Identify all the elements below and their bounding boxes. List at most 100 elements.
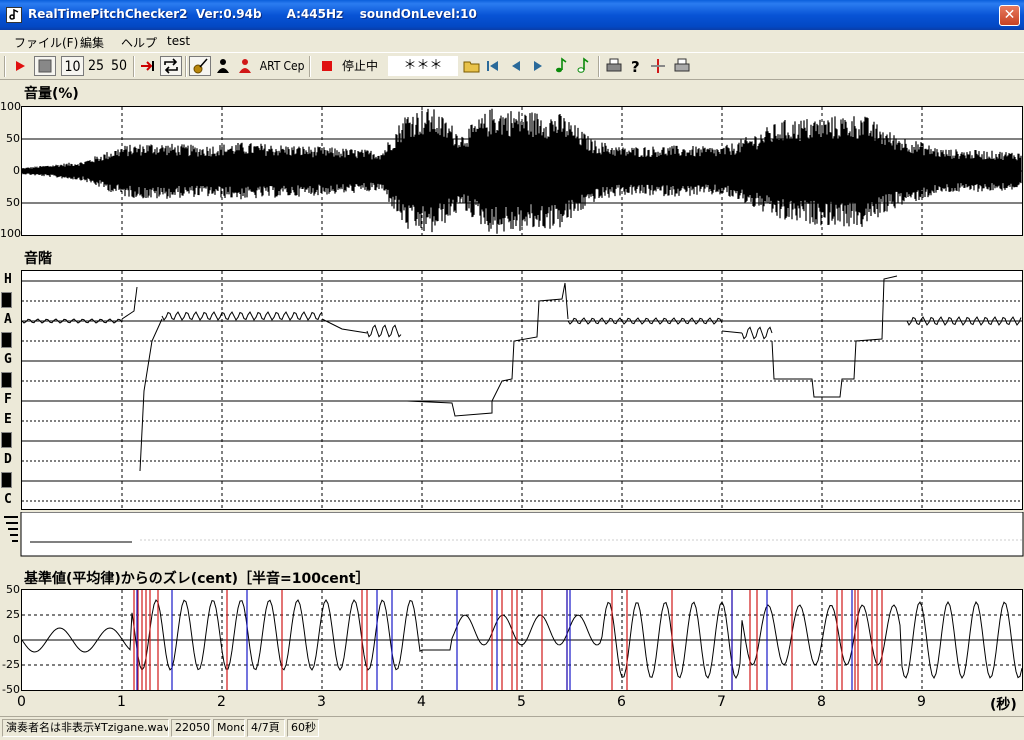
note-label-f: F	[4, 392, 12, 407]
time-tick: 2	[217, 694, 226, 710]
art-button[interactable]: ART	[259, 56, 281, 76]
go-first-button[interactable]	[484, 56, 502, 76]
folder-open-icon	[463, 61, 480, 73]
note-label-h: H	[4, 272, 12, 287]
volume-tick: 50	[6, 196, 20, 209]
arrow-to-end-icon	[141, 61, 154, 71]
status-duration: 60秒	[287, 719, 319, 737]
toolbar-separator	[598, 56, 600, 77]
pitch-trace	[366, 324, 402, 338]
status-channels: Mono	[213, 719, 245, 737]
zoom-10-button[interactable]: 10	[61, 56, 84, 76]
note-display: ＊＊＊	[388, 56, 458, 76]
note-label-c: C	[4, 492, 12, 507]
singer-male-button[interactable]	[213, 56, 233, 76]
time-tick: 5	[517, 694, 526, 710]
window-title: RealTimePitchChecker2 Ver:0.94b A:445Hz …	[28, 7, 477, 21]
print-button[interactable]	[604, 56, 624, 76]
arrow-left-icon	[512, 61, 520, 71]
octave-step	[12, 540, 18, 542]
zoom-50-button[interactable]: 50	[108, 56, 130, 76]
print-setup-button[interactable]	[672, 56, 692, 76]
menu-file[interactable]: ファイル(F)	[14, 34, 78, 51]
close-button[interactable]: ✕	[999, 5, 1020, 26]
menu-test[interactable]: test	[167, 34, 190, 48]
title-bar: RealTimePitchChecker2 Ver:0.94b A:445Hz …	[0, 0, 1024, 30]
pitch-trace	[406, 400, 493, 417]
deviation-tick: 25	[6, 608, 20, 621]
pitch-trace	[741, 326, 773, 340]
page-back-button[interactable]	[507, 56, 525, 76]
note-label-g: G	[4, 352, 12, 367]
record-stop-button[interactable]	[317, 56, 337, 76]
black-key	[1, 292, 12, 308]
violin-mode-button[interactable]	[189, 56, 211, 76]
repeat-icon	[164, 58, 178, 74]
person-icon	[217, 59, 229, 73]
svg-text:?: ?	[631, 58, 640, 76]
record-button[interactable]	[10, 56, 30, 76]
music-note-outline-icon	[577, 57, 589, 73]
toolbar: 10 25 50 ART Cep 停止中 ＊＊＊ ?	[0, 52, 1024, 80]
skip-back-icon	[487, 61, 498, 71]
printer-icon	[674, 58, 690, 72]
singer-female-button[interactable]	[235, 56, 255, 76]
time-tick: 4	[417, 694, 426, 710]
black-key	[1, 372, 12, 388]
toolbar-separator	[309, 56, 311, 77]
black-key	[1, 332, 12, 348]
volume-tick: 50	[6, 132, 20, 145]
menu-help[interactable]: ヘルプ	[121, 34, 157, 51]
time-tick: 9	[917, 694, 926, 710]
volume-tick: 100	[0, 100, 21, 113]
cent-deviation-graph[interactable]	[21, 589, 1023, 691]
arrow-right-icon	[534, 61, 542, 71]
note-label-e: E	[4, 412, 12, 427]
pitch-trace	[139, 318, 163, 472]
person-red-icon	[239, 59, 251, 73]
time-tick: 8	[817, 694, 826, 710]
black-key	[1, 432, 12, 448]
page-forward-button[interactable]	[529, 56, 547, 76]
pitch-trace	[771, 275, 898, 398]
pitch-graph[interactable]	[21, 270, 1023, 510]
record-square-icon	[322, 61, 332, 71]
menu-edit[interactable]: 編集	[80, 34, 104, 51]
crosshair-icon	[651, 59, 665, 73]
volume-tick: 100	[0, 227, 21, 240]
pitch-trace	[121, 286, 138, 320]
loop-button[interactable]	[160, 56, 182, 76]
help-button[interactable]: ?	[627, 56, 645, 76]
note-a-button[interactable]	[552, 56, 570, 76]
note-label-a: A	[4, 312, 12, 327]
play-icon	[16, 61, 25, 71]
stop-button[interactable]	[34, 56, 56, 76]
volume-tick: 0	[13, 164, 20, 177]
octave-step	[4, 516, 18, 518]
violin-icon	[193, 58, 208, 74]
stop-icon	[38, 59, 52, 73]
status-page: 4/7頁	[247, 719, 285, 737]
octave-frame	[20, 512, 1024, 557]
marker-button[interactable]	[649, 56, 667, 76]
jump-end-button[interactable]	[138, 56, 158, 76]
deviation-title: 基準値(平均律)からのズレ(cent)［半音=100cent］	[24, 571, 370, 587]
pitch-title: 音階	[24, 251, 52, 267]
octave-step	[10, 534, 18, 536]
open-file-button[interactable]	[462, 56, 482, 76]
time-tick: 3	[317, 694, 326, 710]
toolbar-grip	[4, 56, 6, 77]
time-tick: 0	[17, 694, 26, 710]
zoom-25-button[interactable]: 25	[85, 56, 107, 76]
time-tick: 1	[117, 694, 126, 710]
note-b-button[interactable]	[574, 56, 592, 76]
deviation-tick: 50	[6, 583, 20, 596]
toolbar-separator	[185, 56, 187, 77]
note-label-d: D	[4, 452, 12, 467]
volume-waveform[interactable]	[21, 106, 1023, 236]
time-tick: 6	[617, 694, 626, 710]
time-tick: 7	[717, 694, 726, 710]
status-sample-rate: 22050	[171, 719, 211, 737]
black-key	[1, 472, 12, 488]
cep-button[interactable]: Cep	[283, 56, 305, 76]
